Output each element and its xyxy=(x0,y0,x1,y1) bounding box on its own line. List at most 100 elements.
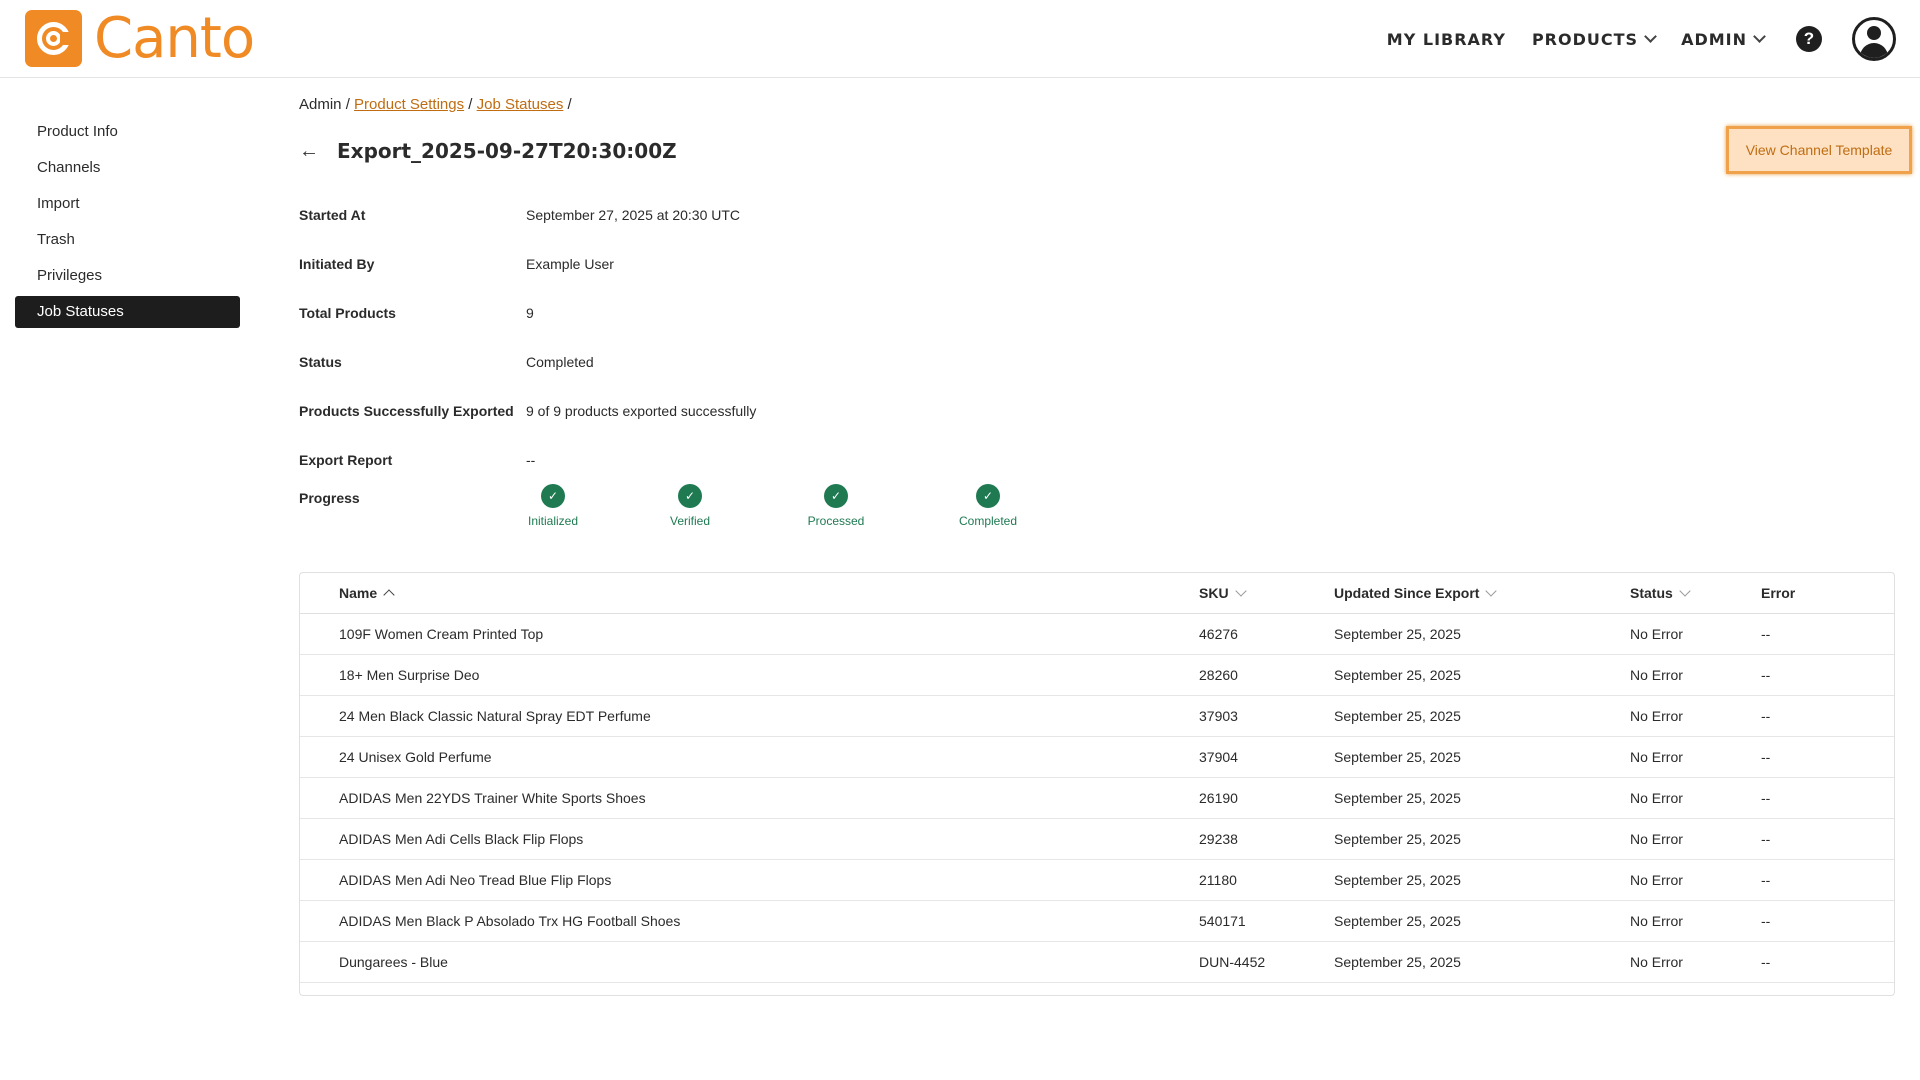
sidebar-item-job-statuses[interactable]: Job Statuses xyxy=(15,296,240,328)
column-header-updated[interactable]: Updated Since Export xyxy=(1334,573,1630,614)
cell-status: No Error xyxy=(1630,736,1761,778)
column-header-name[interactable]: Name xyxy=(300,573,1199,614)
detail-value: September 27, 2025 at 20:30 UTC xyxy=(526,206,741,223)
check-circle-icon: ✓ xyxy=(541,484,565,508)
view-channel-template-button[interactable]: View Channel Template xyxy=(1726,126,1912,174)
cell-status: No Error xyxy=(1630,654,1761,696)
detail-value: Completed xyxy=(526,353,594,370)
cell-sku: 37904 xyxy=(1199,736,1334,778)
breadcrumb-product-settings[interactable]: Product Settings xyxy=(354,96,464,113)
cell-error: -- xyxy=(1761,859,1894,901)
cell-name: ADIDAS Men Adi Neo Tread Blue Flip Flops xyxy=(300,859,1199,901)
column-label: Status xyxy=(1630,584,1673,601)
detail-label: Total Products xyxy=(299,304,396,321)
cell-error: -- xyxy=(1761,777,1894,819)
detail-label: Status xyxy=(299,353,342,370)
detail-label: Initiated By xyxy=(299,255,375,272)
table-row[interactable]: 24 Men Black Classic Natural Spray EDT P… xyxy=(300,695,1894,737)
check-circle-icon: ✓ xyxy=(824,484,848,508)
cell-name: ADIDAS Men Adi Cells Black Flip Flops xyxy=(300,818,1199,860)
table-header-row: Name SKU Updated Since Export Status Err… xyxy=(300,573,1894,614)
cell-error: -- xyxy=(1761,695,1894,737)
step-label: Initialized xyxy=(527,514,579,528)
column-label: Name xyxy=(339,584,378,601)
question-circle-icon[interactable]: ? xyxy=(1796,26,1822,52)
detail-label: Started At xyxy=(299,206,366,223)
detail-label: Export Report xyxy=(299,451,393,468)
nav-admin[interactable]: ADMIN xyxy=(1681,29,1766,49)
sidebar-item-import[interactable]: Import xyxy=(15,186,240,222)
cell-updated: September 25, 2025 xyxy=(1334,695,1630,737)
cell-error: -- xyxy=(1761,818,1894,860)
breadcrumb-separator: / xyxy=(567,96,572,113)
chevron-down-icon xyxy=(1234,585,1247,597)
top-navigation: MY LIBRARY PRODUCTS ADMIN ? xyxy=(1361,0,1896,78)
cell-status: No Error xyxy=(1630,818,1761,860)
cell-status: No Error xyxy=(1630,941,1761,983)
back-arrow-icon[interactable]: ← xyxy=(299,140,327,163)
table-row[interactable]: ADIDAS Men 22YDS Trainer White Sports Sh… xyxy=(300,777,1894,819)
nav-products[interactable]: PRODUCTS xyxy=(1531,29,1657,49)
breadcrumb-separator: / xyxy=(468,96,473,113)
chevron-down-icon xyxy=(1679,585,1691,597)
cell-name: Dungarees - Blue xyxy=(300,941,1199,983)
user-avatar-icon[interactable] xyxy=(1852,17,1896,61)
detail-export-report: Export Report -- xyxy=(299,435,1895,484)
step-label: Processed xyxy=(807,514,865,528)
table-row[interactable]: 24 Unisex Gold Perfume 37904 September 2… xyxy=(300,736,1894,778)
cell-name: ADIDAS Men 22YDS Trainer White Sports Sh… xyxy=(300,777,1199,819)
nav-my-library-label: MY LIBRARY xyxy=(1386,29,1506,49)
step-label: Completed xyxy=(958,514,1018,528)
breadcrumb-job-statuses[interactable]: Job Statuses xyxy=(477,96,564,113)
cell-error: -- xyxy=(1761,736,1894,778)
step-label: Verified xyxy=(669,514,711,528)
table-row[interactable]: ADIDAS Men Adi Cells Black Flip Flops 29… xyxy=(300,818,1894,860)
cell-sku: 540171 xyxy=(1199,900,1334,942)
detail-value: 9 of 9 products exported successfully xyxy=(526,402,757,419)
cell-updated: September 25, 2025 xyxy=(1334,941,1630,983)
top-header: Canto MY LIBRARY PRODUCTS ADMIN ? xyxy=(0,0,1920,78)
sidebar-item-trash[interactable]: Trash xyxy=(15,222,240,258)
progress-step-verified: ✓ Verified xyxy=(666,484,714,546)
cell-status: No Error xyxy=(1630,777,1761,819)
column-header-sku[interactable]: SKU xyxy=(1199,573,1334,614)
canto-logo-icon xyxy=(25,10,82,67)
table-row[interactable]: ADIDAS Men Adi Neo Tread Blue Flip Flops… xyxy=(300,859,1894,901)
breadcrumb: Admin / Product Settings / Job Statuses … xyxy=(299,96,1895,120)
nav-admin-label: ADMIN xyxy=(1681,29,1747,49)
detail-total-products: Total Products 9 xyxy=(299,288,1895,337)
detail-label: Products Successfully Exported xyxy=(299,402,514,419)
sidebar-item-privileges[interactable]: Privileges xyxy=(15,258,240,294)
cell-sku: 37903 xyxy=(1199,695,1334,737)
table-row[interactable]: 18+ Men Surprise Deo 28260 September 25,… xyxy=(300,654,1894,696)
canto-logo[interactable]: Canto xyxy=(25,5,255,71)
nav-products-label: PRODUCTS xyxy=(1531,29,1639,49)
sidebar-item-channels[interactable]: Channels xyxy=(15,150,240,186)
detail-value: -- xyxy=(526,451,536,468)
progress-row: Progress ✓ Initialized ✓ Verified ✓ Proc… xyxy=(299,484,1895,546)
cell-updated: September 25, 2025 xyxy=(1334,654,1630,696)
cell-sku: 28260 xyxy=(1199,654,1334,696)
column-label: Updated Since Export xyxy=(1334,584,1480,601)
products-table: Name SKU Updated Since Export Status Err… xyxy=(300,573,1894,983)
main-content: Admin / Product Settings / Job Statuses … xyxy=(299,96,1912,996)
brand-name: Canto xyxy=(94,5,255,71)
cell-name: 24 Unisex Gold Perfume xyxy=(300,736,1199,778)
table-row[interactable]: Dungarees - Blue DUN-4452 September 25, … xyxy=(300,941,1894,983)
cell-sku: 26190 xyxy=(1199,777,1334,819)
sidebar-item-product-info[interactable]: Product Info xyxy=(15,114,240,150)
cell-updated: September 25, 2025 xyxy=(1334,859,1630,901)
cell-error: -- xyxy=(1761,613,1894,655)
breadcrumb-admin: Admin xyxy=(299,96,342,113)
cell-name: ADIDAS Men Black P Absolado Trx HG Footb… xyxy=(300,900,1199,942)
products-table-container: Name SKU Updated Since Export Status Err… xyxy=(299,572,1895,996)
progress-label: Progress xyxy=(299,490,360,506)
column-header-status[interactable]: Status xyxy=(1630,573,1761,614)
check-circle-icon: ✓ xyxy=(976,484,1000,508)
nav-my-library[interactable]: MY LIBRARY xyxy=(1387,30,1506,49)
detail-value: Example User xyxy=(526,255,614,272)
progress-step-processed: ✓ Processed xyxy=(806,484,866,546)
table-row[interactable]: ADIDAS Men Black P Absolado Trx HG Footb… xyxy=(300,900,1894,942)
table-row[interactable]: 109F Women Cream Printed Top 46276 Septe… xyxy=(300,613,1894,655)
cell-updated: September 25, 2025 xyxy=(1334,613,1630,655)
